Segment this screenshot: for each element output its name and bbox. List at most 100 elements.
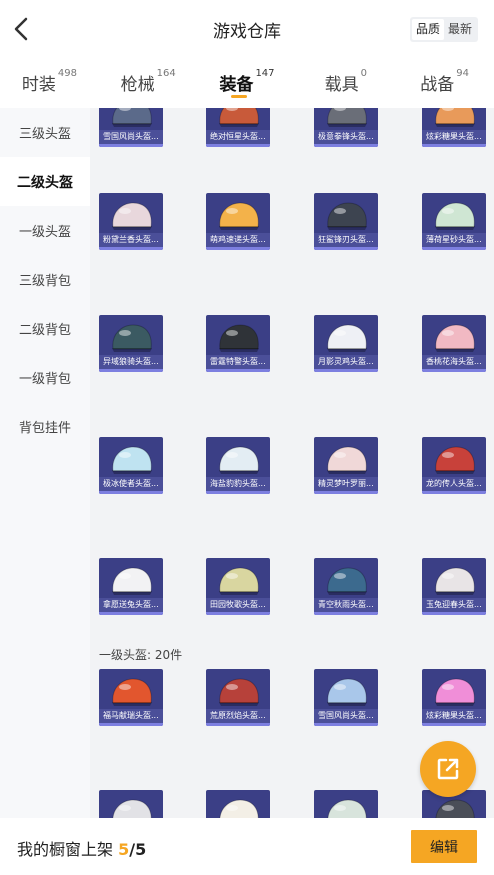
helmet-icon: [219, 799, 259, 818]
tab-count: 94: [456, 68, 469, 79]
card-base-strip: [99, 491, 163, 494]
sidebar: 三级头盔 二级头盔 一级头盔 三级背包 二级背包 一级背包 背包挂件: [0, 108, 90, 818]
helmet-card[interactable]: 青空秋雨头盔...: [314, 558, 378, 615]
helmet-card[interactable]: 炫彩糖果头盔...: [422, 108, 486, 147]
helmet-icon: [327, 799, 367, 818]
tab-vehicles[interactable]: 载具 0: [296, 58, 395, 108]
helmet-card[interactable]: 粉黛兰香头盔...: [99, 193, 163, 250]
helmet-icon: [112, 446, 152, 474]
tab-supplies[interactable]: 战备 94: [395, 58, 494, 108]
helmet-card[interactable]: 海盐豹豹头盔...: [206, 437, 270, 494]
helmet-icon: [219, 567, 259, 595]
helmet-icon: [435, 567, 475, 595]
helmet-card[interactable]: 福马献瑞头盔...: [99, 669, 163, 726]
card-base-strip: [314, 369, 378, 372]
helmet-card[interactable]: 雪国风尚头盔...: [99, 108, 163, 147]
helmet-icon: [435, 108, 475, 127]
sidebar-item-backpack-charm[interactable]: 背包挂件: [0, 402, 90, 451]
card-base-strip: [422, 491, 486, 494]
helmet-card[interactable]: 薄荷星砂头盔...: [422, 193, 486, 250]
tab-count: 498: [57, 68, 77, 79]
helmet-name: 香桃花海头盔...: [422, 355, 486, 369]
showcase-total: 5: [135, 840, 147, 859]
helmet-icon: [435, 799, 475, 818]
card-base-strip: [422, 247, 486, 250]
tab-weapons[interactable]: 枪械 164: [99, 58, 198, 108]
card-base-strip: [99, 144, 163, 147]
helmet-icon: [435, 446, 475, 474]
item-grid: 一级头盔: 20件 雪国风尚头盔... 绝对恒星头盔... 极意拳锋头盔... 炫彩糖…: [90, 108, 494, 818]
helmet-name: 拿愿送兔头盔...: [99, 598, 163, 612]
helmet-card[interactable]: 精灵梦叶罗丽...: [314, 437, 378, 494]
helmet-card[interactable]: [314, 790, 378, 818]
helmet-icon: [219, 108, 259, 127]
helmet-icon: [219, 446, 259, 474]
helmet-icon: [327, 446, 367, 474]
sidebar-item-level2-backpack[interactable]: 二级背包: [0, 304, 90, 353]
helmet-icon: [435, 202, 475, 230]
helmet-card[interactable]: 萌鸡速递头盔...: [206, 193, 270, 250]
card-base-strip: [206, 144, 270, 147]
card-base-strip: [314, 144, 378, 147]
helmet-card[interactable]: 田园牧歌头盔...: [206, 558, 270, 615]
helmet-name: 海盐豹豹头盔...: [206, 477, 270, 491]
helmet-name: 萌鸡速递头盔...: [206, 233, 270, 247]
helmet-icon: [112, 799, 152, 818]
sidebar-item-level1-backpack[interactable]: 一级背包: [0, 353, 90, 402]
helmet-icon: [327, 324, 367, 352]
helmet-icon: [112, 678, 152, 706]
helmet-card[interactable]: 香桃花海头盔...: [422, 315, 486, 372]
helmet-card[interactable]: 极意拳锋头盔...: [314, 108, 378, 147]
showcase-label-text: 我的橱窗上架: [17, 840, 114, 859]
card-base-strip: [206, 723, 270, 726]
helmet-name: 薄荷星砂头盔...: [422, 233, 486, 247]
helmet-card[interactable]: 雪国风尚头盔...: [314, 669, 378, 726]
helmet-card[interactable]: 月影灵鸡头盔...: [314, 315, 378, 372]
sort-option-newest[interactable]: 最新: [444, 19, 476, 40]
helmet-card[interactable]: [206, 790, 270, 818]
helmet-card[interactable]: [99, 790, 163, 818]
helmet-card[interactable]: 荒原烈焰头盔...: [206, 669, 270, 726]
helmet-name: 绝对恒星头盔...: [206, 130, 270, 144]
helmet-name: 炫彩糖果头盔...: [422, 709, 486, 723]
card-base-strip: [99, 369, 163, 372]
helmet-name: 龙的传人头盔...: [422, 477, 486, 491]
helmet-name: 青空秋雨头盔...: [314, 598, 378, 612]
helmet-name: 异域狼骑头盔...: [99, 355, 163, 369]
helmet-card[interactable]: 狂鲨锋刃头盔...: [314, 193, 378, 250]
helmet-card[interactable]: 炫彩糖果头盔...: [422, 669, 486, 726]
helmet-name: 极意拳锋头盔...: [314, 130, 378, 144]
helmet-card[interactable]: 龙的传人头盔...: [422, 437, 486, 494]
helmet-icon: [327, 567, 367, 595]
card-base-strip: [422, 144, 486, 147]
edit-button[interactable]: 编辑: [411, 830, 477, 863]
helmet-card[interactable]: 极冰使者头盔...: [99, 437, 163, 494]
sidebar-item-level3-backpack[interactable]: 三级背包: [0, 255, 90, 304]
helmet-name: 月影灵鸡头盔...: [314, 355, 378, 369]
helmet-card[interactable]: 绝对恒星头盔...: [206, 108, 270, 147]
sidebar-item-level1-helmet[interactable]: 一级头盔: [0, 206, 90, 255]
sidebar-item-level2-helmet[interactable]: 二级头盔: [0, 157, 90, 206]
tab-count: 147: [255, 68, 275, 79]
helmet-card[interactable]: 雷霆特警头盔...: [206, 315, 270, 372]
tab-fashion[interactable]: 时装 498: [0, 58, 99, 108]
tab-label: 载具: [324, 75, 359, 95]
sort-option-quality[interactable]: 品质: [411, 19, 444, 40]
helmet-card[interactable]: 异域狼骑头盔...: [99, 315, 163, 372]
share-icon: [437, 758, 459, 780]
share-button[interactable]: [420, 741, 476, 797]
card-base-strip: [314, 491, 378, 494]
showcase-label: 我的橱窗上架 5/5: [17, 836, 146, 860]
card-base-strip: [206, 369, 270, 372]
card-base-strip: [99, 612, 163, 615]
card-base-strip: [99, 723, 163, 726]
sidebar-item-level3-helmet[interactable]: 三级头盔: [0, 108, 90, 157]
helmet-name: 玉兔迎春头盔...: [422, 598, 486, 612]
helmet-card[interactable]: 玉兔迎春头盔...: [422, 558, 486, 615]
card-base-strip: [422, 723, 486, 726]
tab-equipment[interactable]: 装备 147: [198, 58, 297, 108]
helmet-name: 雪国风尚头盔...: [314, 709, 378, 723]
helmet-card[interactable]: 拿愿送兔头盔...: [99, 558, 163, 615]
tab-label: 战备: [420, 75, 455, 95]
tab-label: 时装: [21, 75, 56, 95]
